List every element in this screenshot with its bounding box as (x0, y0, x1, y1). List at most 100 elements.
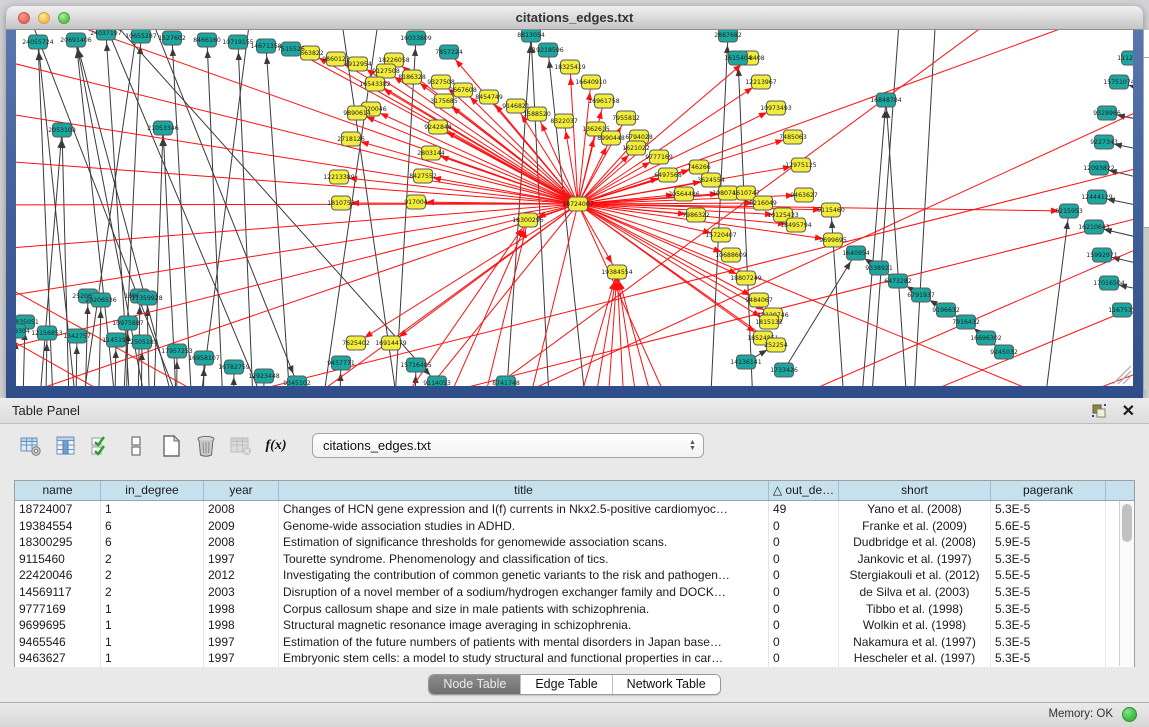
table-cell[interactable]: 5.6E-5 (991, 518, 1106, 535)
table-select-dropdown[interactable]: citations_edges.txt ▲▼ (312, 433, 704, 458)
graph-edge[interactable] (172, 38, 198, 386)
table-cell[interactable]: 9463627 (15, 650, 101, 667)
table-cell[interactable]: Jankovic et al. (1997) (839, 551, 991, 568)
table-cell[interactable]: 1998 (204, 617, 279, 634)
graph-edge[interactable] (16, 204, 578, 255)
table-cell[interactable]: 0 (769, 634, 839, 651)
graph-edge[interactable] (62, 130, 72, 386)
new-column-button[interactable] (158, 433, 184, 459)
table-cell[interactable]: 49 (769, 501, 839, 518)
graph-edge[interactable] (356, 204, 578, 343)
table-cell[interactable]: 0 (769, 567, 839, 584)
table-cell[interactable]: 2008 (204, 534, 279, 551)
table-row[interactable]: 1872400712008Changes of HCN gene express… (15, 501, 1134, 518)
table-cell[interactable]: 5.3E-5 (991, 501, 1106, 518)
graph-edge[interactable] (570, 67, 578, 204)
table-cell[interactable]: 2012 (204, 567, 279, 584)
row-height-button[interactable] (123, 433, 149, 459)
column-header-short[interactable]: short (839, 481, 991, 500)
table-row[interactable]: 1938455462009Genome-wide association stu… (15, 518, 1134, 535)
graph-edge[interactable] (76, 40, 205, 386)
table-cell[interactable]: 9699695 (15, 617, 101, 634)
column-header-out_de[interactable]: △ out_de… (769, 481, 839, 500)
table-cell[interactable]: 0 (769, 584, 839, 601)
function-builder-button[interactable]: f(x) (263, 433, 289, 459)
table-cell[interactable]: 1997 (204, 650, 279, 667)
table-cell[interactable]: 19384554 (15, 518, 101, 535)
network-canvas[interactable]: 1872400718300295193845547663822986012389… (16, 30, 1133, 386)
table-cell[interactable]: 22420046 (15, 567, 101, 584)
table-row[interactable]: 1830029562008Estimation of significance … (15, 534, 1134, 551)
table-cell[interactable]: 2 (101, 567, 204, 584)
graph-edge[interactable] (545, 272, 617, 386)
table-cell[interactable]: 2 (101, 584, 204, 601)
table-cell[interactable]: 1997 (204, 551, 279, 568)
table-cell[interactable]: 5.9E-5 (991, 534, 1106, 551)
table-cell[interactable]: Changes of HCN gene expression and I(f) … (279, 501, 769, 518)
column-header-pagerank[interactable]: pagerank (991, 481, 1106, 500)
table-cell[interactable]: Hescheler et al. (1997) (839, 650, 991, 667)
table-row[interactable]: 911546021997Tourette syndrome. Phenomeno… (15, 551, 1134, 568)
table-options-button[interactable] (18, 433, 44, 459)
close-panel-icon[interactable]: ✕ (1122, 401, 1135, 421)
table-scrollbar[interactable] (1119, 501, 1134, 666)
table-row[interactable]: 946362711997Embryonic stem cells: a mode… (15, 650, 1134, 667)
table-cell[interactable]: 0 (769, 650, 839, 667)
table-cell[interactable]: 5.3E-5 (991, 601, 1106, 618)
graph-edge[interactable] (420, 200, 1133, 386)
graph-edge[interactable] (650, 330, 1133, 386)
float-window-icon[interactable] (1091, 403, 1107, 419)
table-cell[interactable]: Estimation of the future numbers of pati… (279, 634, 769, 651)
table-cell[interactable]: 2 (101, 551, 204, 568)
table-cell[interactable]: 0 (769, 534, 839, 551)
table-cell[interactable]: 0 (769, 617, 839, 634)
table-cell[interactable]: 5.5E-5 (991, 567, 1106, 584)
table-cell[interactable]: 1998 (204, 601, 279, 618)
table-cell[interactable]: 5.3E-5 (991, 584, 1106, 601)
table-cell[interactable]: Tibbo et al. (1998) (839, 601, 991, 618)
network-window-titlebar[interactable]: citations_edges.txt (6, 6, 1143, 30)
table-cell[interactable]: 0 (769, 601, 839, 618)
table-cell[interactable]: Structural magnetic resonance image aver… (279, 617, 769, 634)
table-cell[interactable]: Franke et al. (2009) (839, 518, 991, 535)
graph-edge[interactable] (784, 253, 856, 370)
table-cell[interactable]: 6 (101, 518, 204, 535)
table-cell[interactable]: Estimation of significance thresholds fo… (279, 534, 769, 551)
table-cell[interactable]: 0 (769, 518, 839, 535)
table-cell[interactable]: 5.3E-5 (991, 650, 1106, 667)
table-cell[interactable]: de Silva et al. (2003) (839, 584, 991, 601)
select-columns-button[interactable] (88, 433, 114, 459)
table-cell[interactable]: 9465546 (15, 634, 101, 651)
column-header-title[interactable]: title (279, 481, 769, 500)
table-cell[interactable]: 5.3E-5 (991, 551, 1106, 568)
table-row[interactable]: 1456911722003Disruption of a novel membe… (15, 584, 1134, 601)
table-cell[interactable]: 9115460 (15, 551, 101, 568)
table-cell[interactable]: 0 (769, 551, 839, 568)
table-cell[interactable]: 5.3E-5 (991, 634, 1106, 651)
table-cell[interactable]: Investigating the contribution of common… (279, 567, 769, 584)
graph-edge[interactable] (852, 100, 886, 386)
table-cell[interactable]: Corpus callosum shape and size in male p… (279, 601, 769, 618)
table-row[interactable]: 969969511998Structural magnetic resonanc… (15, 617, 1134, 634)
column-header-year[interactable]: year (204, 481, 279, 500)
table-row[interactable]: 946554611997Estimation of the future num… (15, 634, 1134, 651)
table-cell[interactable]: 1997 (204, 634, 279, 651)
table-cell[interactable]: Dudbridge et al. (2008) (839, 534, 991, 551)
scrollbar-thumb[interactable] (1122, 504, 1132, 542)
table-cell[interactable]: 1 (101, 650, 204, 667)
graph-edge[interactable] (266, 46, 298, 386)
table-cell[interactable]: 2003 (204, 584, 279, 601)
delete-table-button[interactable] (228, 433, 254, 459)
tab-node-table[interactable]: Node Table (429, 675, 521, 694)
table-cell[interactable]: Stergiakouli et al. (2012) (839, 567, 991, 584)
table-cell[interactable]: Nakamura et al. (1997) (839, 634, 991, 651)
table-cell[interactable]: Yano et al. (2008) (839, 501, 991, 518)
table-cell[interactable]: Wolkin et al. (1998) (839, 617, 991, 634)
tab-edge-table[interactable]: Edge Table (521, 675, 612, 694)
table-cell[interactable]: 5.3E-5 (991, 617, 1106, 634)
table-row[interactable]: 977716911998Corpus callosum shape and si… (15, 601, 1134, 618)
table-cell[interactable]: 14569117 (15, 584, 101, 601)
table-cell[interactable]: 1 (101, 601, 204, 618)
table-cell[interactable]: 1 (101, 634, 204, 651)
column-header-in_degree[interactable]: in_degree (101, 481, 204, 500)
